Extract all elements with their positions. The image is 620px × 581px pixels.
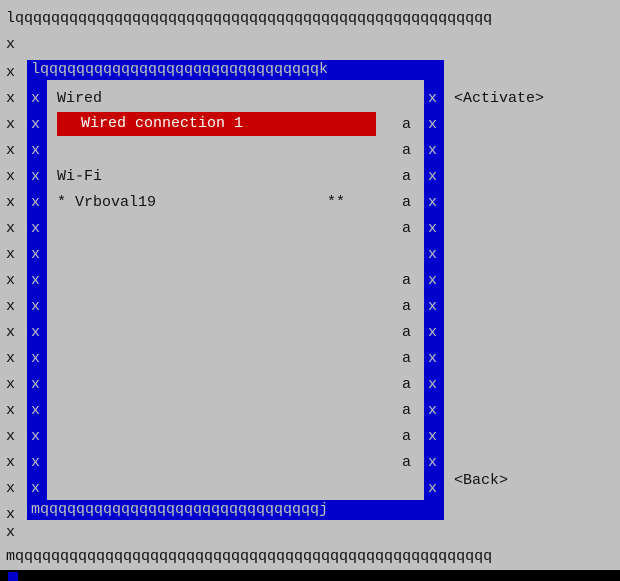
dialog-left-edge: x xyxy=(31,428,41,445)
wifi-signal-strength: ** xyxy=(327,194,346,211)
wired-connection-label: Wired connection 1 xyxy=(81,115,244,132)
terminal-screen: lqqqqqqqqqqqqqqqqqqqqqqqqqqqqqqqqqqqqqqq… xyxy=(0,0,620,581)
dialog-right-edge: x xyxy=(428,350,438,367)
dialog-right-edge: x xyxy=(428,246,438,263)
scrollbar-track: a xyxy=(402,194,412,211)
dialog-bottom-border: mqqqqqqqqqqqqqqqqqqqqqqqqqqqqqqqj xyxy=(31,501,329,518)
scrollbar-track: a xyxy=(402,402,412,419)
dialog-left-edge: x xyxy=(31,324,41,341)
dialog-left-edge: x xyxy=(31,116,41,133)
outer-left-edge: x xyxy=(6,524,16,541)
scrollbar-track: a xyxy=(402,272,412,289)
dialog-right-edge: x xyxy=(428,168,438,185)
outer-left-edge: x xyxy=(6,428,16,445)
dialog-right-edge: x xyxy=(428,272,438,289)
outer-left-edge: x xyxy=(6,376,16,393)
outer-left-edge: x xyxy=(6,168,16,185)
dialog-right-edge: x xyxy=(428,220,438,237)
dialog-right-edge: x xyxy=(428,116,438,133)
scrollbar-track: a xyxy=(402,324,412,341)
outer-left-edge: x xyxy=(6,272,16,289)
dialog-left-edge: x xyxy=(31,194,41,211)
scrollbar-track: a xyxy=(402,350,412,367)
dialog-left-edge: x xyxy=(31,142,41,159)
dialog-left-edge: x xyxy=(31,220,41,237)
dialog-right-edge: x xyxy=(428,454,438,471)
outer-left-edge: x xyxy=(6,454,16,471)
dialog-left-edge: x xyxy=(31,272,41,289)
outer-left-edge: x xyxy=(6,220,16,237)
dialog-left-edge: x xyxy=(31,350,41,367)
wifi-section-header: Wi-Fi xyxy=(57,168,103,185)
activate-button[interactable]: <Activate> xyxy=(454,86,544,112)
dialog-right-edge: x xyxy=(428,480,438,497)
outer-left-edge: x xyxy=(6,480,16,497)
dialog-left-edge: x xyxy=(31,168,41,185)
outer-left-edge: x xyxy=(6,90,16,107)
outer-left-edge: x xyxy=(6,246,16,263)
dialog-right-edge: x xyxy=(428,376,438,393)
wired-connection-item[interactable]: Wired connection 1 xyxy=(57,112,376,136)
outer-left-edge: x xyxy=(6,350,16,367)
terminal-bottom-strip xyxy=(0,570,620,581)
dialog-left-edge: x xyxy=(31,402,41,419)
outer-left-edge: x xyxy=(6,194,16,211)
dialog-right-edge: x xyxy=(428,90,438,107)
dialog-right-edge: x xyxy=(428,142,438,159)
outer-left-edge: x xyxy=(6,64,16,81)
dialog-right-edge: x xyxy=(428,298,438,315)
dialog-right-edge: x xyxy=(428,402,438,419)
outer-bottom-border: mqqqqqqqqqqqqqqqqqqqqqqqqqqqqqqqqqqqqqqq… xyxy=(6,548,493,565)
dialog-left-edge: x xyxy=(31,246,41,263)
scrollbar-track: a xyxy=(402,220,412,237)
scrollbar-track: a xyxy=(402,376,412,393)
dialog-right-edge: x xyxy=(428,324,438,341)
outer-top-border: lqqqqqqqqqqqqqqqqqqqqqqqqqqqqqqqqqqqqqqq… xyxy=(6,10,493,27)
wired-section-header: Wired xyxy=(57,90,103,107)
outer-left-edge: x xyxy=(6,142,16,159)
dialog-left-edge: x xyxy=(31,454,41,471)
outer-left-edge: x xyxy=(6,116,16,133)
dialog-content-area xyxy=(47,80,424,500)
outer-left-edge: x xyxy=(6,402,16,419)
terminal-cursor xyxy=(8,572,18,581)
dialog-top-border: lqqqqqqqqqqqqqqqqqqqqqqqqqqqqqqqk xyxy=(31,61,329,78)
scrollbar-track: a xyxy=(402,454,412,471)
dialog-left-edge: x xyxy=(31,376,41,393)
outer-left-edge: x xyxy=(6,298,16,315)
dialog-right-edge: x xyxy=(428,428,438,445)
scrollbar-track: a xyxy=(402,298,412,315)
outer-left-edge: x xyxy=(6,36,16,53)
scrollbar-track: a xyxy=(402,428,412,445)
scrollbar-track: a xyxy=(402,168,412,185)
wifi-connection-item[interactable]: * Vrboval19 xyxy=(57,190,156,216)
dialog-left-edge: x xyxy=(31,90,41,107)
dialog-left-edge: x xyxy=(31,298,41,315)
dialog-right-edge: x xyxy=(428,194,438,211)
scrollbar-track: a xyxy=(402,116,412,133)
scrollbar-track: a xyxy=(402,142,412,159)
back-button[interactable]: <Back> xyxy=(454,468,508,494)
dialog-left-edge: x xyxy=(31,480,41,497)
outer-left-edge: x xyxy=(6,324,16,341)
